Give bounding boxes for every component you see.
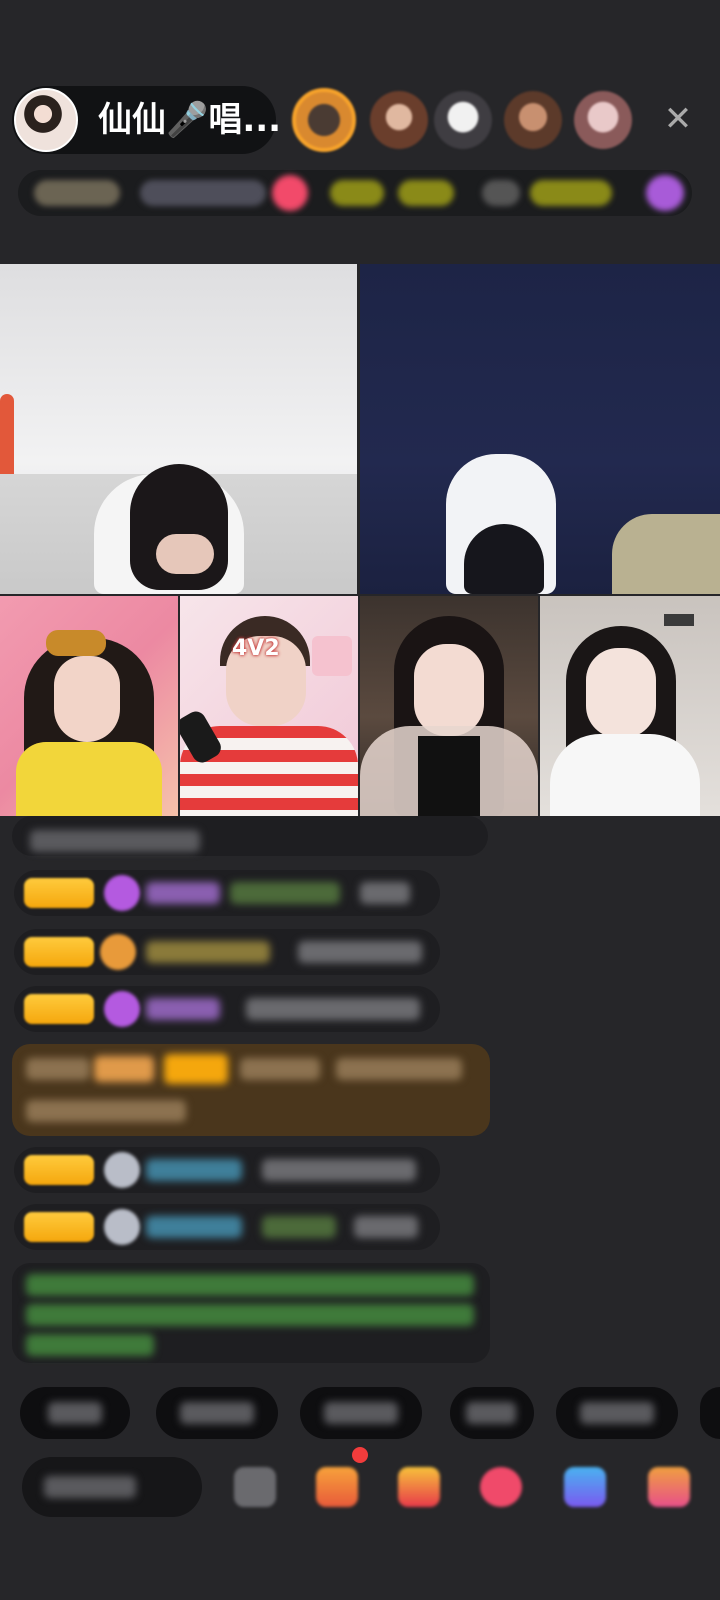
user-level-badge	[24, 878, 94, 908]
diamond-icon	[104, 991, 140, 1027]
user-level-badge	[24, 1212, 94, 1242]
streamer-figure	[312, 636, 352, 676]
chat-text	[336, 1058, 462, 1080]
chat-text	[262, 1216, 336, 1238]
notice-text	[26, 1274, 474, 1296]
top-viewer-avatar-5[interactable]	[574, 91, 632, 149]
game-icon[interactable]	[564, 1467, 606, 1507]
streamer-figure	[464, 524, 544, 594]
host-avatar[interactable]	[14, 88, 78, 152]
close-icon[interactable]: ✕	[662, 102, 694, 136]
quick-reply-label	[180, 1402, 254, 1424]
emoji-icon[interactable]	[234, 1467, 276, 1507]
orange-badge-icon	[100, 934, 136, 970]
avatar-icon	[104, 1209, 140, 1245]
chat-badge	[164, 1054, 228, 1084]
gift-box-icon[interactable]	[316, 1467, 358, 1507]
top-viewer-avatar-4[interactable]	[504, 91, 562, 149]
quick-reply-button-6[interactable]	[700, 1387, 720, 1439]
chat-text	[240, 1058, 320, 1080]
chat-text	[262, 1159, 416, 1181]
video-tile-6[interactable]	[540, 596, 720, 816]
streamer-figure	[586, 648, 656, 738]
streamer-figure	[550, 734, 700, 816]
room-tag-5[interactable]	[646, 175, 684, 211]
chat-text	[354, 1216, 418, 1238]
room-tag-2[interactable]	[398, 180, 454, 206]
chat-text	[30, 830, 200, 852]
streamer-figure	[156, 534, 214, 574]
chat-text	[26, 1058, 90, 1080]
rank-badge[interactable]	[34, 180, 120, 206]
streamer-figure	[414, 644, 484, 736]
video-tile-2[interactable]	[360, 264, 720, 594]
stream-tag	[664, 614, 694, 626]
chat-badge	[94, 1056, 154, 1082]
notice-text	[26, 1334, 154, 1356]
diamond-icon	[104, 875, 140, 911]
room-tag-3[interactable]	[482, 180, 520, 206]
user-level-badge	[24, 1155, 94, 1185]
chat-username	[146, 882, 220, 904]
chat-username	[146, 941, 270, 963]
chat-input-placeholder	[44, 1476, 136, 1498]
more-icon[interactable]	[648, 1467, 690, 1507]
heart-gift-icon[interactable]	[480, 1467, 522, 1507]
streamer-figure	[46, 630, 106, 656]
video-tile-1[interactable]	[0, 264, 357, 594]
video-tile-3[interactable]	[0, 596, 178, 816]
room-tag-1[interactable]	[330, 180, 384, 206]
quick-reply-label	[48, 1402, 102, 1424]
chat-text	[246, 998, 420, 1020]
user-level-badge	[24, 937, 94, 967]
chat-text	[26, 1100, 186, 1122]
video-tile-4[interactable]	[180, 596, 358, 816]
chat-username	[146, 1159, 242, 1181]
top-viewer-avatar-2[interactable]	[370, 91, 428, 149]
chat-text	[230, 882, 340, 904]
top-viewer-avatar-3[interactable]	[434, 91, 492, 149]
chat-username	[146, 1216, 242, 1238]
avatar-icon	[104, 1152, 140, 1188]
streamer-figure	[16, 742, 162, 816]
chat-text	[360, 882, 410, 904]
notice-text	[26, 1304, 474, 1326]
quick-reply-label	[580, 1402, 654, 1424]
streamer-figure	[54, 656, 120, 742]
gift-icon[interactable]	[272, 175, 308, 211]
user-level-badge	[24, 994, 94, 1024]
notification-dot	[352, 1447, 368, 1463]
host-name[interactable]: 仙仙🎤唱...	[98, 100, 281, 140]
video-tile-5[interactable]	[360, 596, 538, 816]
treasure-icon[interactable]	[398, 1467, 440, 1507]
top-viewer-avatar-1[interactable]	[292, 88, 356, 152]
streamer-figure	[612, 514, 720, 594]
pk-score-badge: 4V2	[232, 636, 280, 661]
quick-reply-label	[466, 1402, 516, 1424]
streamer-figure	[418, 736, 480, 816]
quick-reply-label	[324, 1402, 398, 1424]
chat-username	[146, 998, 220, 1020]
chat-text	[298, 941, 422, 963]
room-tag-4[interactable]	[530, 180, 612, 206]
fans-club-badge[interactable]	[140, 180, 266, 206]
